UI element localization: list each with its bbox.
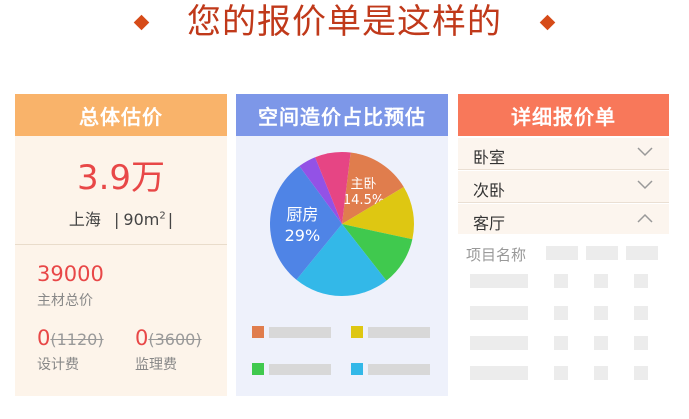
estimate-card-title: 总体估价 (15, 94, 227, 136)
area-unit: 2 (159, 210, 166, 222)
quote-detail-table: 项目名称 (458, 234, 669, 396)
pie-slice-value: 29% (285, 226, 321, 245)
cell-placeholder (634, 274, 648, 288)
separator: | (114, 210, 120, 229)
room-row-second-bedroom[interactable]: 次卧 (458, 171, 669, 203)
supervision-fee-value: 0 (135, 326, 149, 350)
design-fee-original: (1120) (50, 330, 104, 349)
main-material-label: 主材总价 (37, 293, 93, 309)
cell-placeholder (594, 274, 608, 288)
design-fee: 0(1120) (37, 326, 104, 350)
supervision-fee: 0(3600) (135, 326, 202, 350)
location-area: 上海 | 90m2 | (15, 206, 227, 230)
quote-card-title: 详细报价单 (458, 94, 669, 136)
cell-placeholder (634, 336, 648, 350)
diamond-icon (133, 14, 150, 30)
supervision-fee-label: 监理费 (135, 357, 177, 373)
pie-slice-label: 主卧 (351, 177, 377, 192)
area: 90m (123, 210, 160, 229)
page-title: 您的报价单是这样的 (187, 2, 502, 42)
legend-placeholder (269, 364, 331, 375)
cell-placeholder (594, 366, 608, 380)
page-header: 您的报价单是这样的 (0, 0, 689, 44)
column-header-placeholder (586, 246, 618, 260)
main-material-total: 39000 (37, 262, 104, 286)
cost-share-card: 空间造价占比预估 主卧 14.5% 厨房 29% (236, 94, 448, 396)
cell-placeholder (594, 306, 608, 320)
row-placeholder (470, 366, 528, 380)
legend-swatch (351, 363, 363, 375)
separator: | (167, 210, 174, 229)
design-fee-label: 设计费 (37, 357, 79, 373)
column-header-item-name: 项目名称 (466, 246, 527, 264)
supervision-fee-original: (3600) (148, 330, 202, 349)
estimate-card: 总体估价 3.9万 上海 | 90m2 | 39000 主材总价 0(1120) 设… (15, 94, 227, 396)
design-fee-value: 0 (37, 326, 51, 350)
diamond-icon (539, 14, 556, 30)
legend-swatch (252, 326, 264, 338)
room-label: 次卧 (473, 181, 506, 200)
cell-placeholder (554, 274, 568, 288)
chevron-down-icon (637, 180, 653, 190)
cell-placeholder (634, 366, 648, 380)
cost-share-card-title: 空间造价占比预估 (236, 94, 448, 136)
total-price: 3.9万 (76, 158, 166, 198)
row-placeholder (470, 336, 528, 350)
quote-card: 详细报价单 卧室 次卧 客厅 项目名称 (458, 94, 669, 396)
row-placeholder (470, 274, 528, 288)
row-placeholder (470, 306, 528, 320)
cell-placeholder (594, 336, 608, 350)
cell-placeholder (554, 366, 568, 380)
room-row-living-room[interactable]: 客厅 (458, 204, 669, 236)
legend-placeholder (368, 327, 430, 338)
legend-placeholder (368, 364, 430, 375)
legend-swatch (252, 363, 264, 375)
divider (15, 244, 227, 245)
chevron-up-icon (637, 213, 653, 223)
cell-placeholder (634, 306, 648, 320)
pie-chart: 主卧14.5%厨房29% (270, 152, 414, 296)
room-label: 客厅 (473, 214, 506, 233)
city: 上海 (68, 210, 101, 229)
column-header-placeholder (546, 246, 578, 260)
legend-swatch (351, 326, 363, 338)
cell-placeholder (554, 336, 568, 350)
legend-placeholder (269, 327, 331, 338)
room-row-bedroom[interactable]: 卧室 (458, 138, 669, 170)
column-header-placeholder (626, 246, 658, 260)
cell-placeholder (554, 306, 568, 320)
room-label: 卧室 (473, 148, 506, 167)
pie-slice-label: 厨房 (286, 205, 318, 224)
chevron-down-icon (637, 147, 653, 157)
